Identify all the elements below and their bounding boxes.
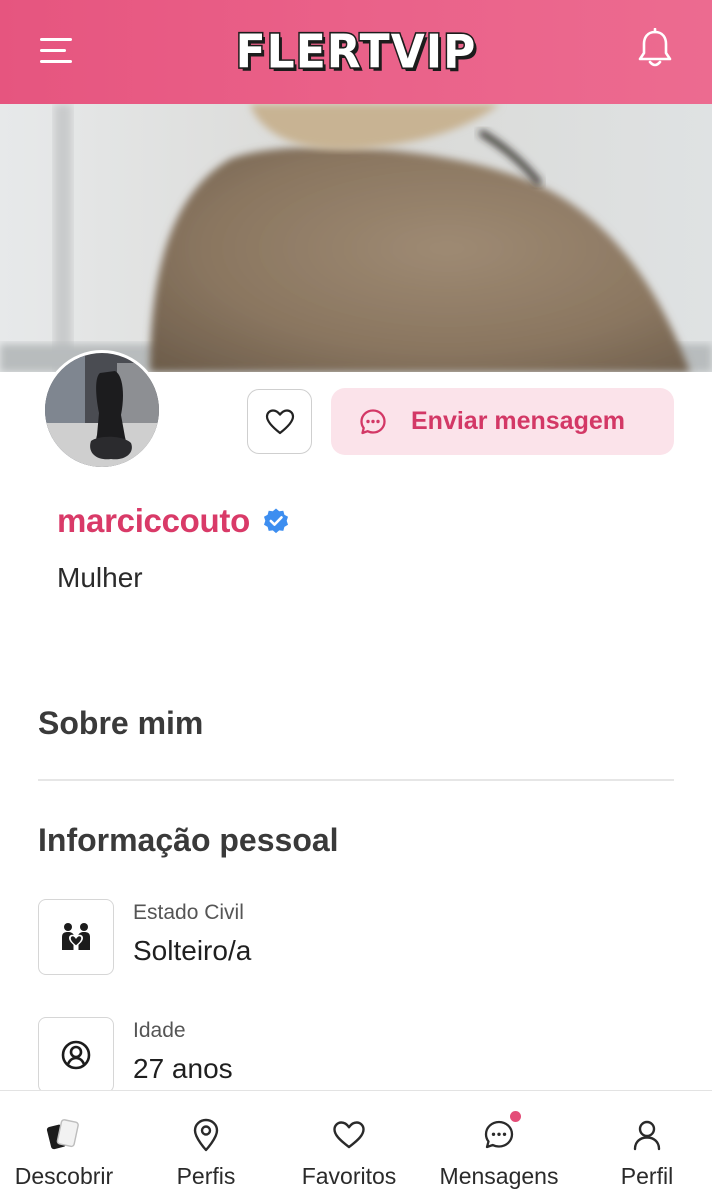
info-row-marital-status: Estado Civil Solteiro/a <box>38 899 251 975</box>
send-message-button[interactable]: Enviar mensagem <box>331 388 674 455</box>
nav-label: Favoritos <box>301 1163 397 1189</box>
about-section-title: Sobre mim <box>38 705 204 741</box>
favorite-button[interactable] <box>247 389 312 454</box>
section-divider <box>38 779 674 781</box>
info-value: Solteiro/a <box>133 935 252 966</box>
info-row-age: Idade 27 anos <box>38 1017 233 1093</box>
heart-icon <box>333 1121 365 1149</box>
nav-item-perfis[interactable]: Perfis <box>150 1091 262 1200</box>
nav-label: Perfil <box>620 1163 674 1189</box>
nav-label: Mensagens <box>439 1163 559 1189</box>
user-icon <box>633 1120 661 1151</box>
user-circle-icon <box>38 1017 114 1093</box>
chat-bubble-icon <box>360 408 386 434</box>
gender-label: Mulher <box>57 562 143 593</box>
nav-item-mensagens[interactable]: Mensagens <box>432 1091 566 1200</box>
info-label: Idade <box>133 1019 186 1042</box>
cards-icon <box>46 1119 79 1150</box>
chat-icon <box>484 1120 514 1149</box>
bottom-navigation: Descobrir Perfis Favoritos Mensagens Per… <box>0 1090 712 1200</box>
cover-photo <box>0 104 712 372</box>
bell-icon[interactable] <box>636 27 674 70</box>
info-label: Estado Civil <box>133 901 244 924</box>
nav-item-favoritos[interactable]: Favoritos <box>293 1091 405 1200</box>
nav-label: Perfis <box>176 1163 236 1189</box>
verified-badge-icon <box>263 508 288 534</box>
couple-icon <box>38 899 114 975</box>
send-message-label: Enviar mensagem <box>411 407 625 435</box>
avatar[interactable] <box>42 350 162 470</box>
location-pin-icon <box>193 1118 219 1152</box>
nav-item-perfil[interactable]: Perfil <box>595 1091 699 1200</box>
nav-item-descobrir[interactable]: Descobrir <box>8 1091 120 1200</box>
nav-label: Descobrir <box>14 1163 114 1189</box>
notification-dot <box>510 1111 521 1122</box>
personal-info-title: Informação pessoal <box>38 822 339 858</box>
username-row: marciccouto <box>57 502 290 540</box>
username: marciccouto <box>57 502 250 539</box>
heart-outline-icon <box>265 408 294 434</box>
app-header: FLERTVIP <box>0 0 712 104</box>
hamburger-menu-icon[interactable] <box>40 36 74 66</box>
info-value: 27 anos <box>133 1053 233 1084</box>
app-logo[interactable]: FLERTVIP <box>234 24 477 81</box>
